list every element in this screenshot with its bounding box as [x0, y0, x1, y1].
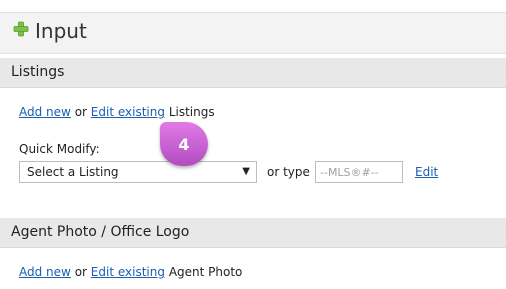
- listings-section-title: Listings: [11, 64, 65, 80]
- mls-number-input[interactable]: [315, 161, 403, 183]
- edit-existing-listings-link[interactable]: Edit existing: [91, 105, 165, 119]
- step-callout-badge: 4: [160, 122, 208, 166]
- or-type-label: or type: [267, 165, 310, 179]
- edit-mls-link[interactable]: Edit: [415, 165, 438, 179]
- listing-select[interactable]: Select a Listing ▼: [19, 161, 257, 183]
- listings-section-header: Listings: [0, 58, 506, 88]
- agent-photo-section-title: Agent Photo / Office Logo: [11, 224, 190, 240]
- add-new-listing-link[interactable]: Add new: [19, 105, 71, 119]
- listing-select-value: Select a Listing: [27, 165, 119, 179]
- agent-photo-section-header: Agent Photo / Office Logo: [0, 218, 506, 248]
- listings-suffix: Listings: [168, 105, 215, 119]
- agent-photo-actions: Add new or Edit existing Agent Photo: [19, 265, 242, 279]
- dropdown-arrow-icon: ▼: [242, 166, 250, 177]
- or-text: or: [74, 265, 87, 279]
- step-number: 4: [178, 134, 190, 154]
- or-text: or: [74, 105, 87, 119]
- page-title: Input: [35, 19, 87, 43]
- add-new-agent-photo-link[interactable]: Add new: [19, 265, 71, 279]
- agent-photo-suffix: Agent Photo: [168, 265, 243, 279]
- plus-icon: [13, 21, 29, 37]
- quick-modify-label: Quick Modify:: [19, 142, 100, 156]
- listings-actions: Add new or Edit existing Listings: [19, 105, 215, 119]
- edit-existing-agent-photo-link[interactable]: Edit existing: [91, 265, 165, 279]
